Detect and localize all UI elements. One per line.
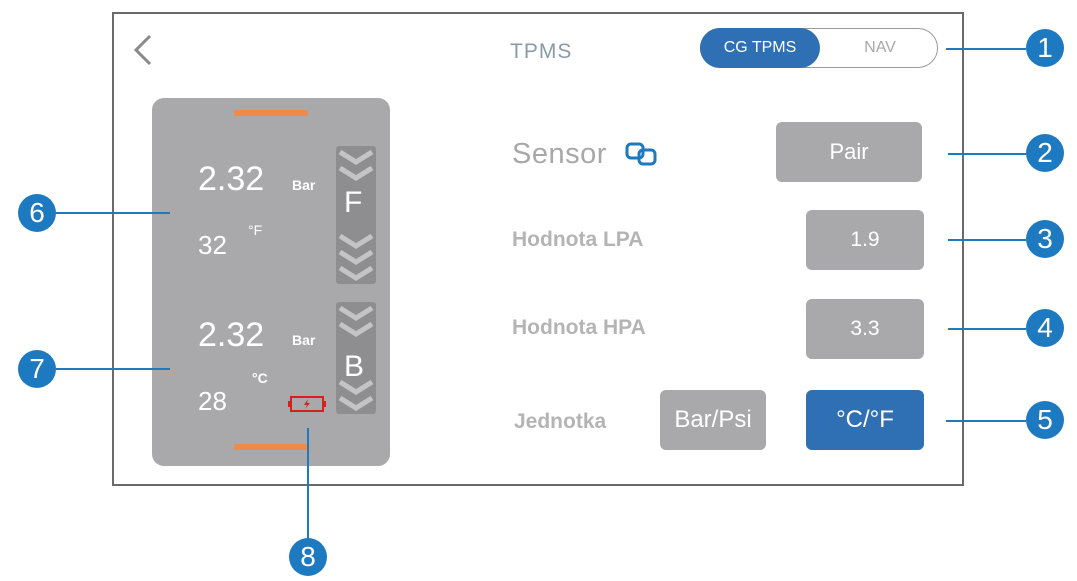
toggle-nav[interactable]: NAV: [826, 29, 934, 66]
unit-label: Jednotka: [514, 410, 607, 433]
celsius-fahrenheit-button[interactable]: °C/°F: [806, 390, 924, 450]
front-pressure-unit: Bar: [292, 177, 316, 193]
callout-badge-2: 2: [1026, 134, 1064, 172]
tire-status-panel: 2.32 Bar 32 °F F 2.32 Bar 28 °C B: [152, 98, 390, 466]
battery-icon: [288, 396, 326, 412]
callout-line-1: [946, 48, 1026, 50]
callout-badge-3: 3: [1026, 220, 1064, 258]
front-pressure: 2.32: [198, 160, 265, 198]
back-tire-letter: B: [344, 350, 365, 383]
callout-badge-1: 1: [1026, 29, 1064, 67]
sensor-label: Sensor: [512, 138, 607, 170]
page-title: TPMS: [510, 40, 573, 63]
callout-line-4: [948, 328, 1026, 330]
callout-line-5: [946, 420, 1026, 422]
pair-button[interactable]: Pair: [776, 122, 922, 182]
front-indicator: [234, 110, 308, 116]
callout-badge-4: 4: [1026, 309, 1064, 347]
back-temperature: 28: [198, 386, 227, 416]
callout-line-3: [948, 239, 1026, 241]
callout-badge-6: 6: [18, 194, 56, 232]
front-temperature: 32: [198, 230, 227, 260]
hpa-label: Hodnota HPA: [512, 316, 646, 339]
back-chevron-icon[interactable]: [128, 32, 158, 68]
callout-badge-7: 7: [18, 350, 56, 388]
callout-badge-5: 5: [1026, 401, 1064, 439]
front-temperature-unit: °F: [248, 222, 263, 238]
lpa-value-button[interactable]: 1.9: [806, 210, 924, 270]
callout-badge-8: 8: [289, 538, 327, 576]
lpa-label: Hodnota LPA: [512, 228, 644, 251]
front-tire-letter: F: [344, 186, 363, 219]
callout-line-2: [948, 153, 1026, 155]
callout-line-7: [56, 368, 170, 370]
source-toggle[interactable]: CG TPMS NAV: [700, 28, 938, 68]
back-pressure: 2.32: [198, 316, 265, 354]
sensor-link-icon[interactable]: [624, 140, 660, 168]
callout-line-8: [307, 428, 309, 540]
callout-line-6: [56, 212, 170, 214]
back-temperature-unit: °C: [252, 370, 268, 386]
toggle-cg-tpms[interactable]: CG TPMS: [700, 28, 820, 68]
back-pressure-unit: Bar: [292, 332, 316, 348]
hpa-value-button[interactable]: 3.3: [806, 299, 924, 359]
back-indicator: [234, 444, 308, 450]
bar-psi-button[interactable]: Bar/Psi: [660, 390, 766, 450]
